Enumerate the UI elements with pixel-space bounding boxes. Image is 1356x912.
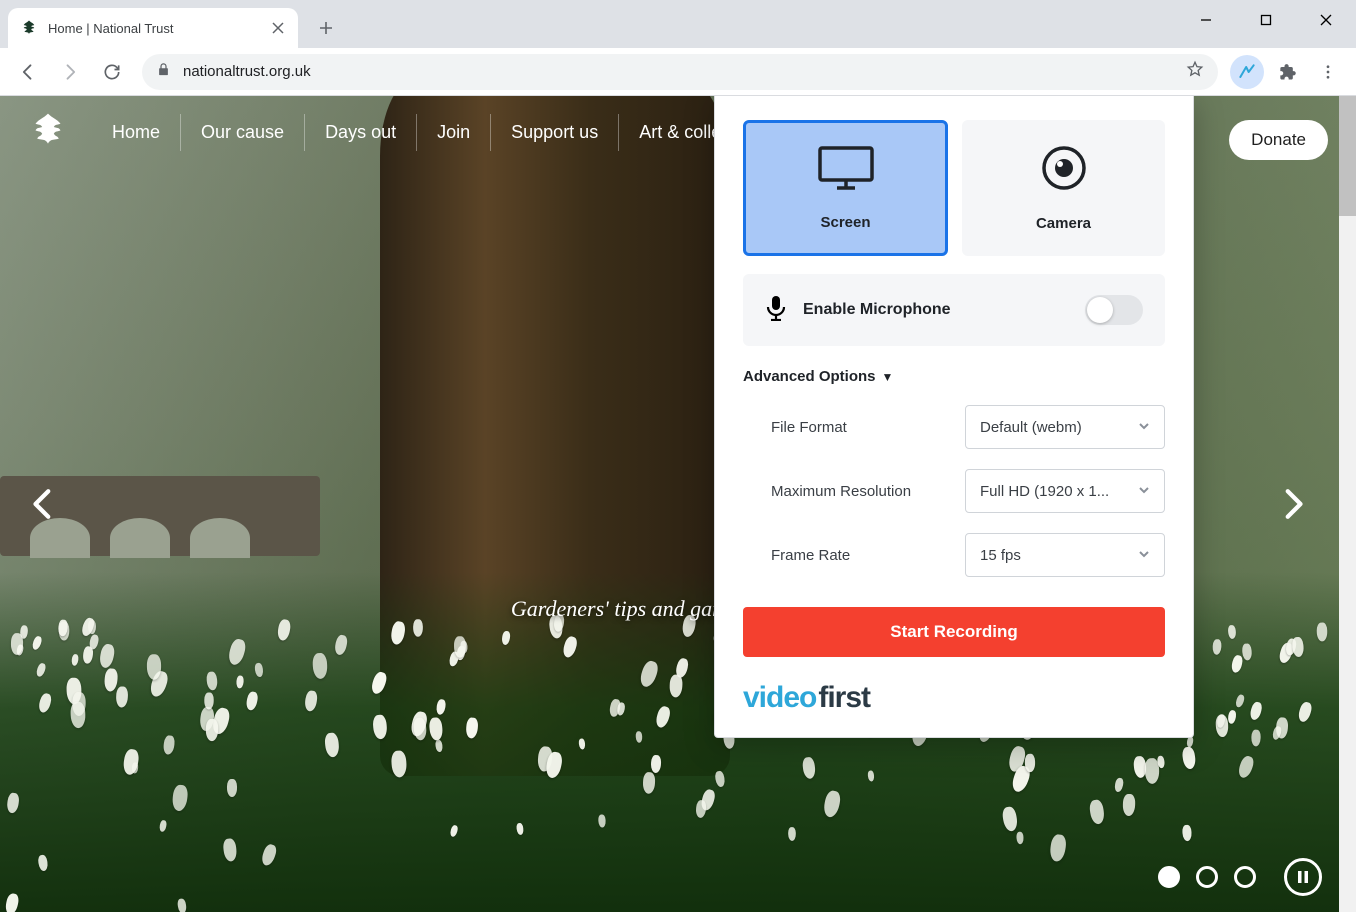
frame-rate-select[interactable]: 15 fps <box>965 533 1165 577</box>
max-resolution-value: Full HD (1920 x 1... <box>980 483 1109 500</box>
option-file-format: File Format Default (webm) <box>743 405 1165 449</box>
microphone-row: Enable Microphone <box>743 274 1165 346</box>
browser-titlebar: Home | National Trust <box>0 0 1356 48</box>
url-text: nationaltrust.org.uk <box>183 63 1174 80</box>
nav-days-out[interactable]: Days out <box>304 114 416 151</box>
tab-title: Home | National Trust <box>48 21 260 36</box>
carousel-dot-3[interactable] <box>1234 866 1256 888</box>
option-frame-rate: Frame Rate 15 fps <box>743 533 1165 577</box>
file-format-value: Default (webm) <box>980 419 1082 436</box>
carousel-pause-button[interactable] <box>1284 858 1322 896</box>
microphone-label: Enable Microphone <box>803 301 1069 319</box>
extensions-puzzle-icon[interactable] <box>1270 55 1304 89</box>
file-format-select[interactable]: Default (webm) <box>965 405 1165 449</box>
videofirst-extension-icon[interactable] <box>1230 55 1264 89</box>
new-tab-button[interactable] <box>312 14 340 42</box>
address-bar[interactable]: nationaltrust.org.uk <box>142 54 1218 90</box>
oak-leaf-icon <box>20 19 38 37</box>
record-mode-screen[interactable]: Screen <box>743 120 948 256</box>
donate-button[interactable]: Donate <box>1229 120 1328 160</box>
toggle-knob <box>1087 297 1113 323</box>
advanced-options-toggle[interactable]: Advanced Options ▼ <box>743 368 1165 385</box>
carousel-dot-2[interactable] <box>1196 866 1218 888</box>
close-tab-icon[interactable] <box>270 20 286 36</box>
brand-video: video <box>743 681 816 715</box>
carousel-dots <box>1158 866 1256 888</box>
record-mode-camera[interactable]: Camera <box>962 120 1165 256</box>
page-content: Home Our cause Days out Join Support us … <box>0 96 1356 912</box>
max-resolution-label: Maximum Resolution <box>771 483 965 500</box>
browser-toolbar: nationaltrust.org.uk <box>0 48 1356 96</box>
carousel-dot-1[interactable] <box>1158 866 1180 888</box>
camera-lens-icon <box>1040 144 1088 197</box>
file-format-label: File Format <box>771 419 965 436</box>
frame-rate-label: Frame Rate <box>771 547 965 564</box>
bookmark-star-icon[interactable] <box>1186 60 1204 83</box>
frame-rate-value: 15 fps <box>980 547 1021 564</box>
national-trust-logo-icon[interactable] <box>28 112 68 152</box>
extension-popup: Screen Camera Enable Microphone Advanced… <box>714 96 1194 738</box>
start-recording-button[interactable]: Start Recording <box>743 607 1165 657</box>
chevron-down-icon <box>1138 547 1150 564</box>
chevron-down-icon <box>1138 483 1150 500</box>
microphone-icon <box>765 295 787 326</box>
chevron-down-icon <box>1138 419 1150 436</box>
advanced-options-label: Advanced Options <box>743 368 876 385</box>
carousel-next-button[interactable] <box>1268 480 1316 528</box>
nav-support-us[interactable]: Support us <box>490 114 618 151</box>
window-controls <box>1176 0 1356 40</box>
browser-menu-button[interactable] <box>1310 54 1346 90</box>
nav-join[interactable]: Join <box>416 114 490 151</box>
max-resolution-select[interactable]: Full HD (1920 x 1... <box>965 469 1165 513</box>
caret-down-icon: ▼ <box>882 370 894 384</box>
record-mode-row: Screen Camera <box>743 120 1165 256</box>
monitor-icon <box>817 145 875 196</box>
lock-icon <box>156 62 171 82</box>
back-button[interactable] <box>10 54 46 90</box>
forward-button <box>52 54 88 90</box>
brand-first: first <box>818 681 870 715</box>
browser-tab[interactable]: Home | National Trust <box>8 8 298 48</box>
scrollbar-thumb[interactable] <box>1339 96 1356 216</box>
mode-camera-label: Camera <box>1036 215 1091 232</box>
videofirst-brand: videofirst <box>743 681 1165 715</box>
nav-home[interactable]: Home <box>92 114 180 151</box>
nav-our-cause[interactable]: Our cause <box>180 114 304 151</box>
close-window-button[interactable] <box>1296 0 1356 40</box>
reload-button[interactable] <box>94 54 130 90</box>
minimize-button[interactable] <box>1176 0 1236 40</box>
carousel-prev-button[interactable] <box>20 480 68 528</box>
vertical-scrollbar[interactable] <box>1339 96 1356 912</box>
microphone-toggle[interactable] <box>1085 295 1143 325</box>
main-nav: Home Our cause Days out Join Support us … <box>92 114 788 151</box>
option-max-resolution: Maximum Resolution Full HD (1920 x 1... <box>743 469 1165 513</box>
maximize-button[interactable] <box>1236 0 1296 40</box>
mode-screen-label: Screen <box>820 214 870 231</box>
